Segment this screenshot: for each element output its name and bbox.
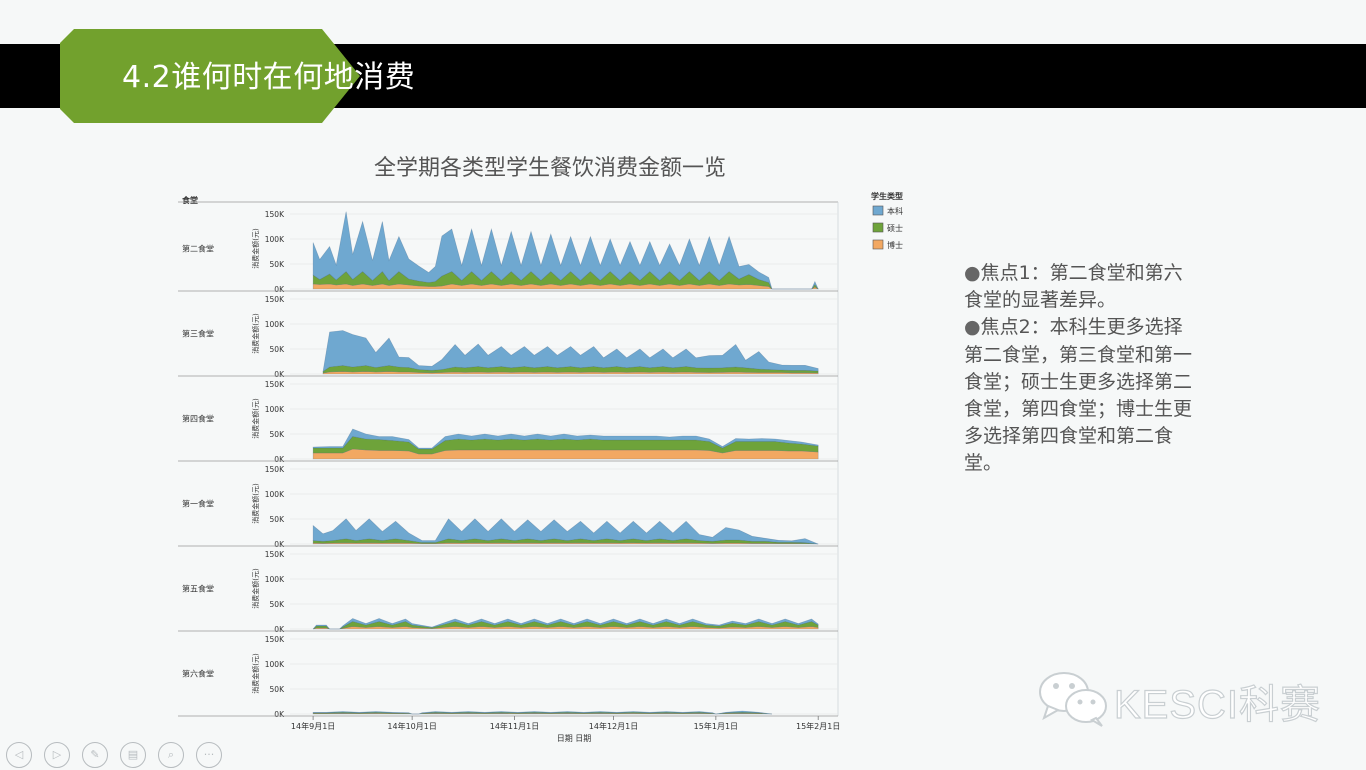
row-header-label: 食堂	[182, 195, 198, 205]
y-tick-label: 0K	[274, 285, 285, 294]
slides-icon[interactable]: ▤	[120, 742, 146, 768]
prev-arrow-icon[interactable]: ◁	[6, 742, 32, 768]
y-axis-label: 消费金额(元)	[251, 568, 260, 609]
y-tick-label: 100K	[265, 320, 285, 329]
chart-title: 全学期各类型学生餐饮消费金额一览	[373, 156, 726, 181]
y-tick-label: 150K	[265, 210, 285, 219]
legend-title: 学生类型	[871, 191, 903, 201]
focus-notes: ●焦点1：第二食堂和第六食堂的显著差异。 ●焦点2：本科生更多选择第二食堂，第三…	[964, 260, 1196, 478]
panel-3: 第四食堂 消费金额(元) 150K 100K 50K 0K	[178, 380, 838, 464]
y-tick-label: 100K	[265, 490, 285, 499]
area-本科	[322, 330, 819, 373]
y-tick-label: 150K	[265, 380, 285, 389]
panel-label: 第三食堂	[182, 329, 214, 339]
legend-label: 本科	[887, 206, 903, 216]
focus-note-text: 焦点1：第二食堂和第六食堂的显著差异。	[964, 262, 1183, 312]
y-tick-label: 100K	[265, 660, 285, 669]
panel-label: 第四食堂	[182, 414, 214, 424]
focus-note-2: ●焦点2：本科生更多选择第二食堂，第三食堂和第一食堂；硕士生更多选择第二食堂，第…	[964, 314, 1196, 477]
y-tick-label: 150K	[265, 550, 285, 559]
legend-label: 博士	[887, 240, 903, 250]
x-tick-label: 14年11月1日	[490, 721, 539, 731]
panel-label: 第一食堂	[182, 499, 214, 509]
y-tick-label: 150K	[265, 295, 285, 304]
y-tick-label: 100K	[265, 575, 285, 584]
focus-note-text: 焦点2：本科生更多选择第二食堂，第三食堂和第一食堂；硕士生更多选择第二食堂，第四…	[964, 316, 1193, 475]
x-tick-label: 14年10月1日	[387, 721, 436, 731]
legend-swatch	[872, 239, 884, 250]
next-arrow-icon[interactable]: ▷	[44, 742, 70, 768]
panel-1: 第二食堂 消费金额(元) 150K 100K 50K 0K	[178, 210, 838, 294]
x-tick-label: 15年2月1日	[796, 721, 840, 731]
y-tick-label: 100K	[265, 235, 285, 244]
more-icon[interactable]: ···	[196, 742, 222, 768]
chart-legend: 学生类型本科硕士博士	[871, 191, 903, 250]
legend-swatch	[872, 205, 884, 216]
pen-icon[interactable]: ✎	[82, 742, 108, 768]
y-tick-label: 0K	[274, 625, 285, 634]
x-tick-label: 15年1月1日	[694, 721, 738, 731]
focus-note-1: ●焦点1：第二食堂和第六食堂的显著差异。	[964, 260, 1196, 314]
legend-label: 硕士	[887, 223, 903, 233]
x-axis-label: 日期 日期	[557, 734, 592, 743]
brand-text: KESCI科赛	[1113, 682, 1322, 727]
y-axis-label: 消费金额(元)	[251, 398, 260, 439]
trellis-area-chart: 食堂第二食堂 消费金额(元)150K100K50K0K第三食堂 消费金额(元)150…	[178, 191, 903, 743]
slide-title: 4.2谁何时在何地消费	[122, 60, 416, 95]
bullet-icon: ●	[964, 316, 981, 339]
panel-label: 第二食堂	[182, 244, 214, 254]
y-axis-label: 消费金额(元)	[251, 313, 260, 354]
y-tick-label: 0K	[274, 710, 285, 719]
y-tick-label: 50K	[270, 430, 286, 439]
y-tick-label: 50K	[270, 260, 286, 269]
panel-label: 第五食堂	[182, 584, 214, 594]
y-tick-label: 50K	[270, 685, 286, 694]
y-axis-label: 消费金额(元)	[251, 653, 260, 694]
y-tick-label: 50K	[270, 515, 286, 524]
zoom-icon[interactable]: ⌕	[158, 742, 184, 768]
legend-swatch	[872, 222, 884, 233]
panel-label: 第六食堂	[182, 669, 214, 679]
wechat-icon	[1039, 672, 1107, 727]
x-tick-label: 14年9月1日	[291, 721, 335, 731]
panel-5: 第五食堂 消费金额(元) 150K 100K 50K 0K	[178, 550, 838, 634]
y-tick-label: 100K	[265, 405, 285, 414]
y-tick-label: 0K	[274, 370, 285, 379]
y-tick-label: 0K	[274, 540, 285, 549]
panel-4: 第一食堂 消费金额(元) 150K 100K 50K 0K	[178, 465, 838, 549]
bullet-icon: ●	[964, 262, 981, 284]
y-tick-label: 50K	[270, 600, 286, 609]
y-tick-label: 50K	[270, 345, 286, 354]
x-tick-label: 14年12月1日	[589, 721, 638, 731]
y-tick-label: 150K	[265, 635, 285, 644]
y-axis-label: 消费金额(元)	[251, 228, 260, 269]
panel-2: 第三食堂 消费金额(元) 150K 100K 50K 0K	[178, 295, 838, 379]
y-axis-label: 消费金额(元)	[251, 483, 260, 524]
y-tick-label: 150K	[265, 465, 285, 474]
panel-6: 第六食堂 消费金额(元) 150K 100K 50K 0K	[178, 635, 838, 719]
y-tick-label: 0K	[274, 455, 285, 464]
